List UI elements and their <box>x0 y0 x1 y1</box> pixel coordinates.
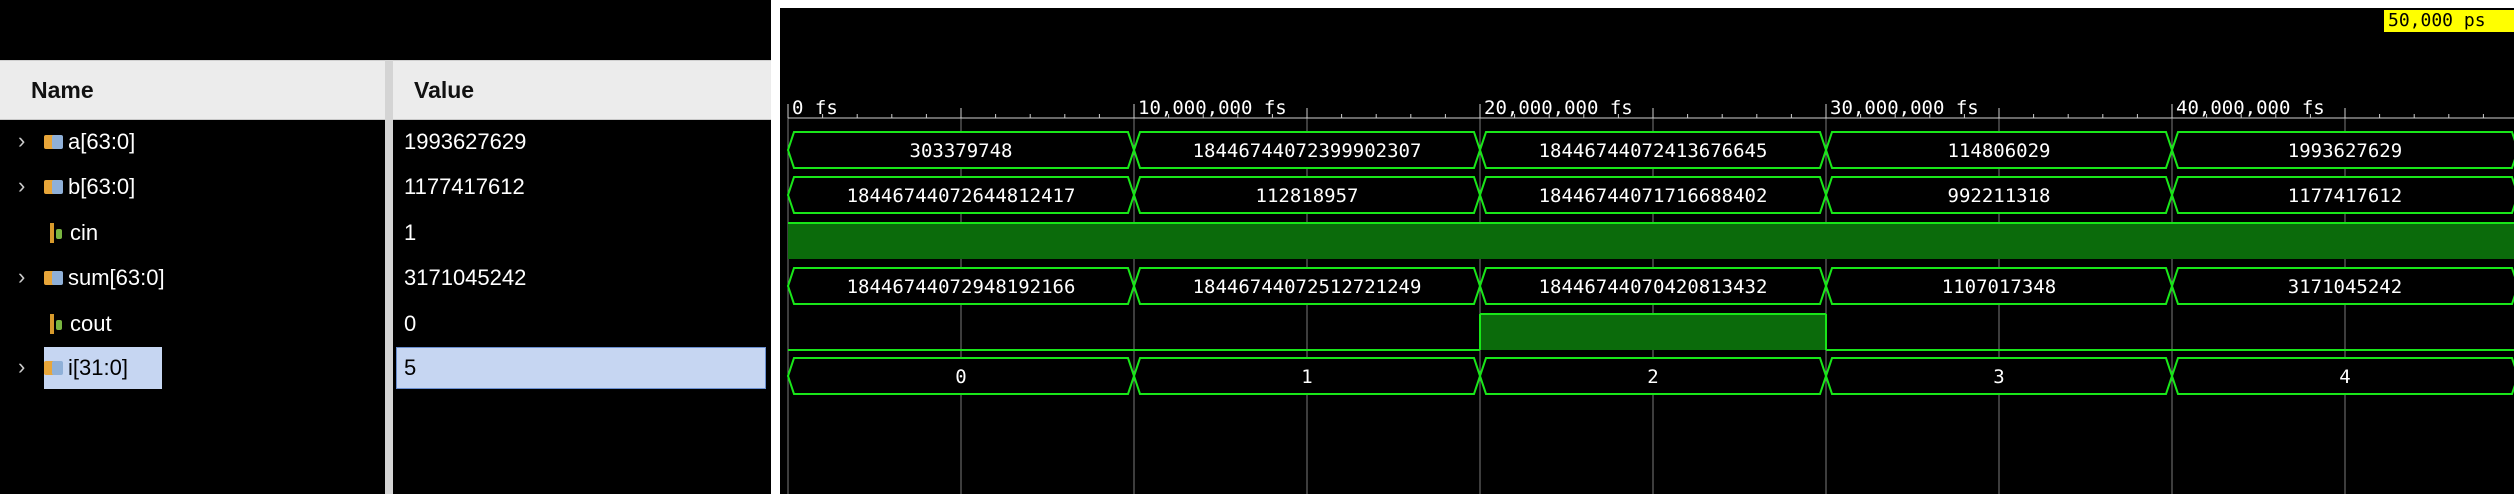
bus-segment-value: 3 <box>1993 366 2004 388</box>
bit-signal-icon <box>48 223 64 243</box>
signal-name-cin[interactable]: cin <box>48 212 98 254</box>
column-divider[interactable] <box>385 60 393 494</box>
bus-segment-value: 1177417612 <box>2288 185 2402 207</box>
bit-high-fill <box>1480 223 1826 259</box>
cursor-time-label: 50,000 ps <box>2384 10 2514 32</box>
bit-signal-icon <box>48 314 64 334</box>
signal-value-cout: 0 <box>404 311 417 336</box>
chevron-right-icon[interactable]: › <box>18 128 25 154</box>
bus-segment-value: 18446744072399902307 <box>1193 140 1422 162</box>
bus-segment-value: 1 <box>1301 366 1312 388</box>
bus-segment-value: 18446744070420813432 <box>1539 276 1768 298</box>
bus-segment-value: 0 <box>955 366 966 388</box>
ruler-tick-label: 30,000,000 fs <box>1830 97 1979 119</box>
signal-name-i[interactable]: i[31:0] <box>44 347 128 389</box>
bus-signal-icon <box>44 178 64 196</box>
bus-segment-value: 114806029 <box>1948 140 2051 162</box>
chevron-right-icon[interactable]: › <box>18 354 25 380</box>
chevron-right-icon[interactable]: › <box>18 173 25 199</box>
bus-segment-value: 18446744072413676645 <box>1539 140 1768 162</box>
ruler-tick-label: 40,000,000 fs <box>2176 97 2325 119</box>
signal-value-sum: 3171045242 <box>404 265 527 290</box>
bus-segment-value: 992211318 <box>1948 185 2051 207</box>
bus-segment-value: 2 <box>1647 366 1658 388</box>
bus-segment-value: 303379748 <box>910 140 1013 162</box>
panel-separator[interactable] <box>771 0 780 494</box>
selected-value-highlight <box>396 347 766 389</box>
bus-signal-icon <box>44 269 64 287</box>
signal-value-i[interactable]: 5 <box>404 347 416 389</box>
value-column-header[interactable]: Value <box>414 77 474 104</box>
bus-segment-value: 18446744071716688402 <box>1539 185 1768 207</box>
bus-signal-icon <box>44 359 64 377</box>
bit-high-fill <box>788 223 1134 259</box>
bus-segment-value: 112818957 <box>1256 185 1359 207</box>
name-column-header[interactable]: Name <box>31 77 94 104</box>
bit-high-fill <box>1480 314 1826 350</box>
signal-name-a[interactable]: a[63:0] <box>44 121 135 163</box>
bus-segment-value: 18446744072644812417 <box>847 185 1076 207</box>
bus-segment-value: 1107017348 <box>1942 276 2056 298</box>
ruler-tick-label: 0 fs <box>792 97 838 119</box>
bus-segment-value: 4 <box>2339 366 2350 388</box>
ruler-tick-label: 10,000,000 fs <box>1138 97 1287 119</box>
bit-high-fill <box>1826 223 2172 259</box>
signal-name-cout[interactable]: cout <box>48 303 112 345</box>
bus-segment-value: 18446744072512721249 <box>1193 276 1422 298</box>
bus-segment-value: 3171045242 <box>2288 276 2402 298</box>
chevron-right-icon[interactable]: › <box>18 264 25 290</box>
signal-value-cin: 1 <box>404 220 417 245</box>
signal-value-a: 1993627629 <box>404 129 527 154</box>
signal-name-b[interactable]: b[63:0] <box>44 166 135 208</box>
bit-high-fill <box>2172 223 2514 259</box>
bit-high-fill <box>1134 223 1480 259</box>
waveform-canvas[interactable]: 0 fs 10,000,000 fs 20,000,000 fs 30,000,000… <box>780 8 2514 494</box>
ruler-tick-label: 20,000,000 fs <box>1484 97 1633 119</box>
signal-name-sum[interactable]: sum[63:0] <box>44 257 165 299</box>
bus-signal-icon <box>44 133 64 151</box>
signal-value-b: 1177417612 <box>404 174 525 199</box>
bus-segment-value: 1993627629 <box>2288 140 2402 162</box>
bus-segment-value: 18446744072948192166 <box>847 276 1076 298</box>
